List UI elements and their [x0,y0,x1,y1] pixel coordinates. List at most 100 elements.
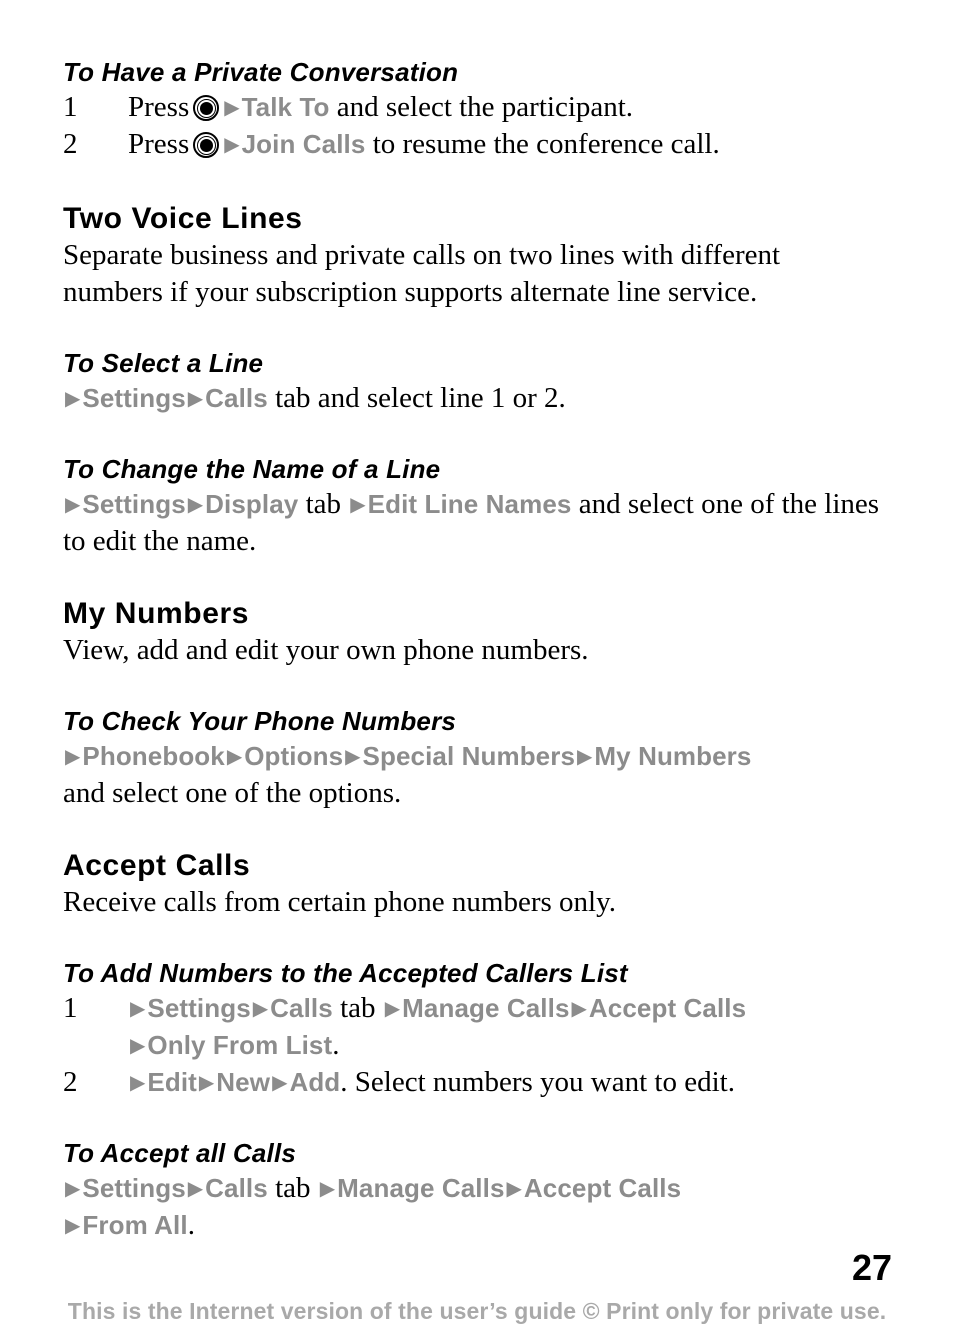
step-press-label: Press [128,91,190,123]
heading-select-a-line: To Select a Line [63,348,264,378]
menu-term[interactable]: Accept Calls [589,993,746,1023]
arrow-icon: ▶ [187,492,204,516]
step-item: 2 ▶Edit ▶New ▶Add. Select numbers you want … [63,1064,887,1101]
menu-term[interactable]: Calls [270,993,333,1023]
paragraph-my-numbers: View, add and edit your own phone number… [63,634,589,666]
step-tail: to resume the conference call. [365,128,720,160]
step-number: 2 [63,1066,78,1098]
nav-period: . [187,1209,195,1241]
tab-word: tab [267,382,318,414]
footer-note: This is the Internet version of the user… [67,1298,887,1324]
arrow-icon: ▶ [506,1176,522,1200]
document-page: To Have a Private Conversation 1 Press ▶Ta… [0,0,954,1335]
paragraph-two-voice-lines: Separate business and private calls on t… [63,239,781,308]
step-press-label: Press [128,128,190,160]
nav-tail: and select line 1 or 2. [317,382,566,414]
menu-term[interactable]: Display [205,489,298,519]
arrow-icon: ▶ [65,1176,81,1200]
nav-path-accept-all-calls: ▶Settings ▶Calls tab ▶Manage Calls ▶Accept… [63,1170,887,1244]
arrow-icon: ▶ [198,1070,215,1094]
step-tail: . Select numbers you want to edit. [340,1066,735,1098]
nav-path-check-phone-numbers: ▶Phonebook ▶Options ▶Special Numbers ▶My Nu… [63,738,887,812]
page-content: To Have a Private Conversation 1 Press ▶Ta… [63,56,887,1244]
menu-term[interactable]: Talk To [242,92,330,122]
menu-term[interactable]: Add [289,1067,340,1097]
nav-path-select-a-line: ▶Settings ▶Calls tab and select line 1 or… [63,380,887,417]
step-tail: and select the participant. [329,91,634,123]
arrow-icon: ▶ [252,996,269,1020]
menu-term[interactable]: Options [244,741,343,771]
heading-accept-calls: Accept Calls [63,849,251,882]
joystick-icon [193,132,220,158]
paragraph-accept-calls: Receive calls from certain phone numbers… [63,886,616,918]
menu-term[interactable]: Phonebook [82,741,224,771]
arrow-icon: ▶ [65,1213,81,1237]
joystick-icon [193,95,220,121]
arrow-icon: ▶ [130,1070,146,1094]
step-number: 1 [63,91,78,123]
menu-term[interactable]: New [216,1067,270,1097]
arrow-icon: ▶ [65,386,81,410]
heading-change-line-name: To Change the Name of a Line [63,454,441,484]
step-period: . [332,1029,340,1061]
menu-term[interactable]: Only From List [147,1030,332,1060]
step-item: 2 Press ▶Join Calls to resume the conferen… [63,126,887,163]
arrow-icon: ▶ [577,744,593,768]
heading-add-accepted-callers: To Add Numbers to the Accepted Callers L… [63,958,628,988]
menu-term[interactable]: Manage Calls [337,1173,504,1203]
tab-word: tab [267,1172,318,1204]
menu-term[interactable]: Special Numbers [363,741,575,771]
heading-accept-all-calls: To Accept all Calls [63,1138,297,1168]
tab-word: tab [332,992,383,1024]
heading-check-phone-numbers: To Check Your Phone Numbers [63,706,457,736]
arrow-icon: ▶ [187,1176,204,1200]
step-number: 2 [63,128,78,160]
menu-term[interactable]: Manage Calls [402,993,569,1023]
nav-path-change-line-name: ▶Settings ▶Display tab ▶Edit Line Names a… [63,486,887,560]
arrow-icon: ▶ [130,996,146,1020]
menu-term[interactable]: From All [82,1210,187,1240]
arrow-icon: ▶ [384,996,401,1020]
page-number: 27 [851,1247,892,1288]
menu-term[interactable]: Settings [82,1173,185,1203]
arrow-icon: ▶ [224,95,240,119]
menu-term[interactable]: Join Calls [242,129,366,159]
menu-term[interactable]: Settings [82,489,185,519]
heading-private-conversation: To Have a Private Conversation [63,57,459,87]
arrow-icon: ▶ [65,744,81,768]
step-number: 1 [63,992,78,1024]
step-continuation: ▶Only From List. [128,1027,887,1064]
menu-term[interactable]: My Numbers [594,741,751,771]
arrow-icon: ▶ [187,386,204,410]
tab-word: tab [298,488,349,520]
arrow-icon: ▶ [226,744,243,768]
arrow-icon: ▶ [130,1033,146,1057]
heading-two-voice-lines: Two Voice Lines [63,202,303,235]
menu-term[interactable]: Settings [147,993,250,1023]
step-item: 1 Press ▶Talk To and select the participan… [63,89,887,126]
menu-term[interactable]: Edit [147,1067,197,1097]
menu-term[interactable]: Calls [205,383,268,413]
arrow-icon: ▶ [345,744,361,768]
arrow-icon: ▶ [224,132,240,156]
nav-tail: and select one of the options. [63,777,402,809]
menu-term[interactable]: Edit Line Names [368,489,572,519]
menu-term[interactable]: Calls [205,1173,268,1203]
arrow-icon: ▶ [272,1070,288,1094]
step-item: 1 ▶Settings ▶Calls tab ▶Manage Calls ▶Accep… [63,990,887,1064]
menu-term[interactable]: Settings [82,383,185,413]
heading-my-numbers: My Numbers [63,597,250,630]
arrow-icon: ▶ [65,492,81,516]
arrow-icon: ▶ [571,996,587,1020]
arrow-icon: ▶ [350,492,366,516]
arrow-icon: ▶ [319,1176,336,1200]
menu-term[interactable]: Accept Calls [524,1173,681,1203]
